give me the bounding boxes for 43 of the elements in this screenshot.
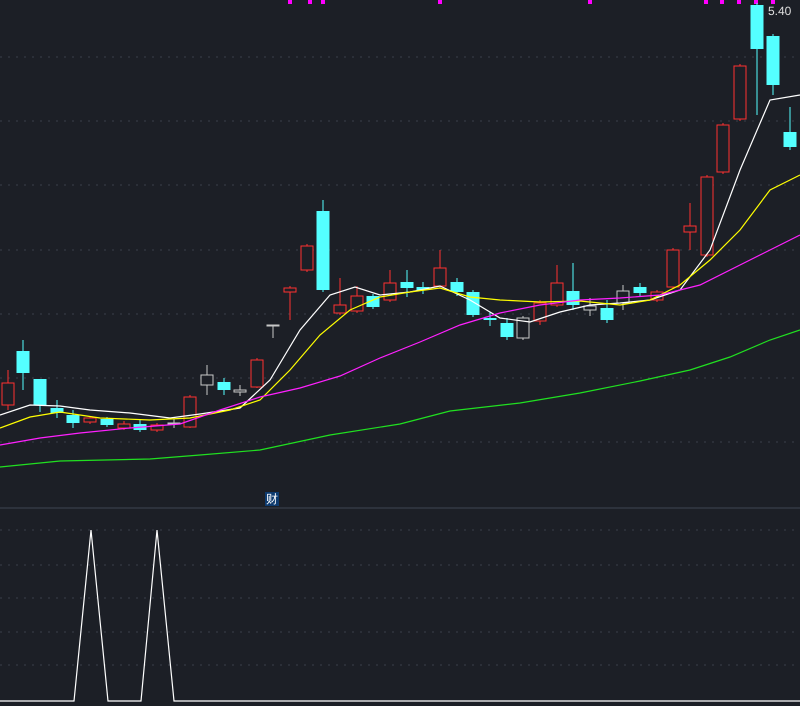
candlestick (434, 250, 446, 288)
candlestick (484, 312, 496, 326)
candlestick (266, 324, 280, 338)
candlestick (500, 318, 514, 340)
candlestick (134, 420, 146, 432)
candlestick (284, 286, 296, 320)
event-marker[interactable]: 财 (265, 492, 279, 506)
candlestick (384, 270, 396, 302)
candlestick (118, 420, 130, 430)
candlestick (350, 286, 364, 314)
candlestick (16, 340, 30, 390)
candlestick (716, 122, 730, 174)
candlestick (516, 316, 530, 340)
candlestick (250, 358, 264, 388)
candlestick (400, 270, 414, 298)
candlestick (168, 418, 180, 428)
candlestick (566, 262, 580, 310)
candlestick (766, 34, 780, 96)
candlestick (616, 284, 630, 310)
candlestick (450, 278, 464, 296)
candlestick (650, 290, 664, 302)
candlestick (684, 202, 696, 250)
candlestick (784, 106, 796, 150)
candlestick (634, 282, 646, 296)
candlestick (150, 422, 164, 432)
candlestick (584, 298, 596, 316)
candlestick (66, 410, 80, 428)
candlestick (416, 282, 430, 294)
candlestick (734, 64, 746, 122)
candlestick (34, 378, 46, 412)
candlestick (334, 278, 346, 316)
candlestick (550, 264, 564, 308)
candlestick (600, 300, 614, 324)
candlestick (366, 294, 380, 310)
price-label: 5.40 (768, 4, 792, 18)
candlestick (200, 364, 214, 396)
candlestick (234, 384, 246, 396)
candlestick (50, 400, 64, 418)
candlestick (218, 378, 230, 396)
candlestick (100, 416, 114, 428)
candlestick (84, 416, 96, 424)
candlestick (300, 244, 314, 272)
candlestick (666, 248, 680, 290)
